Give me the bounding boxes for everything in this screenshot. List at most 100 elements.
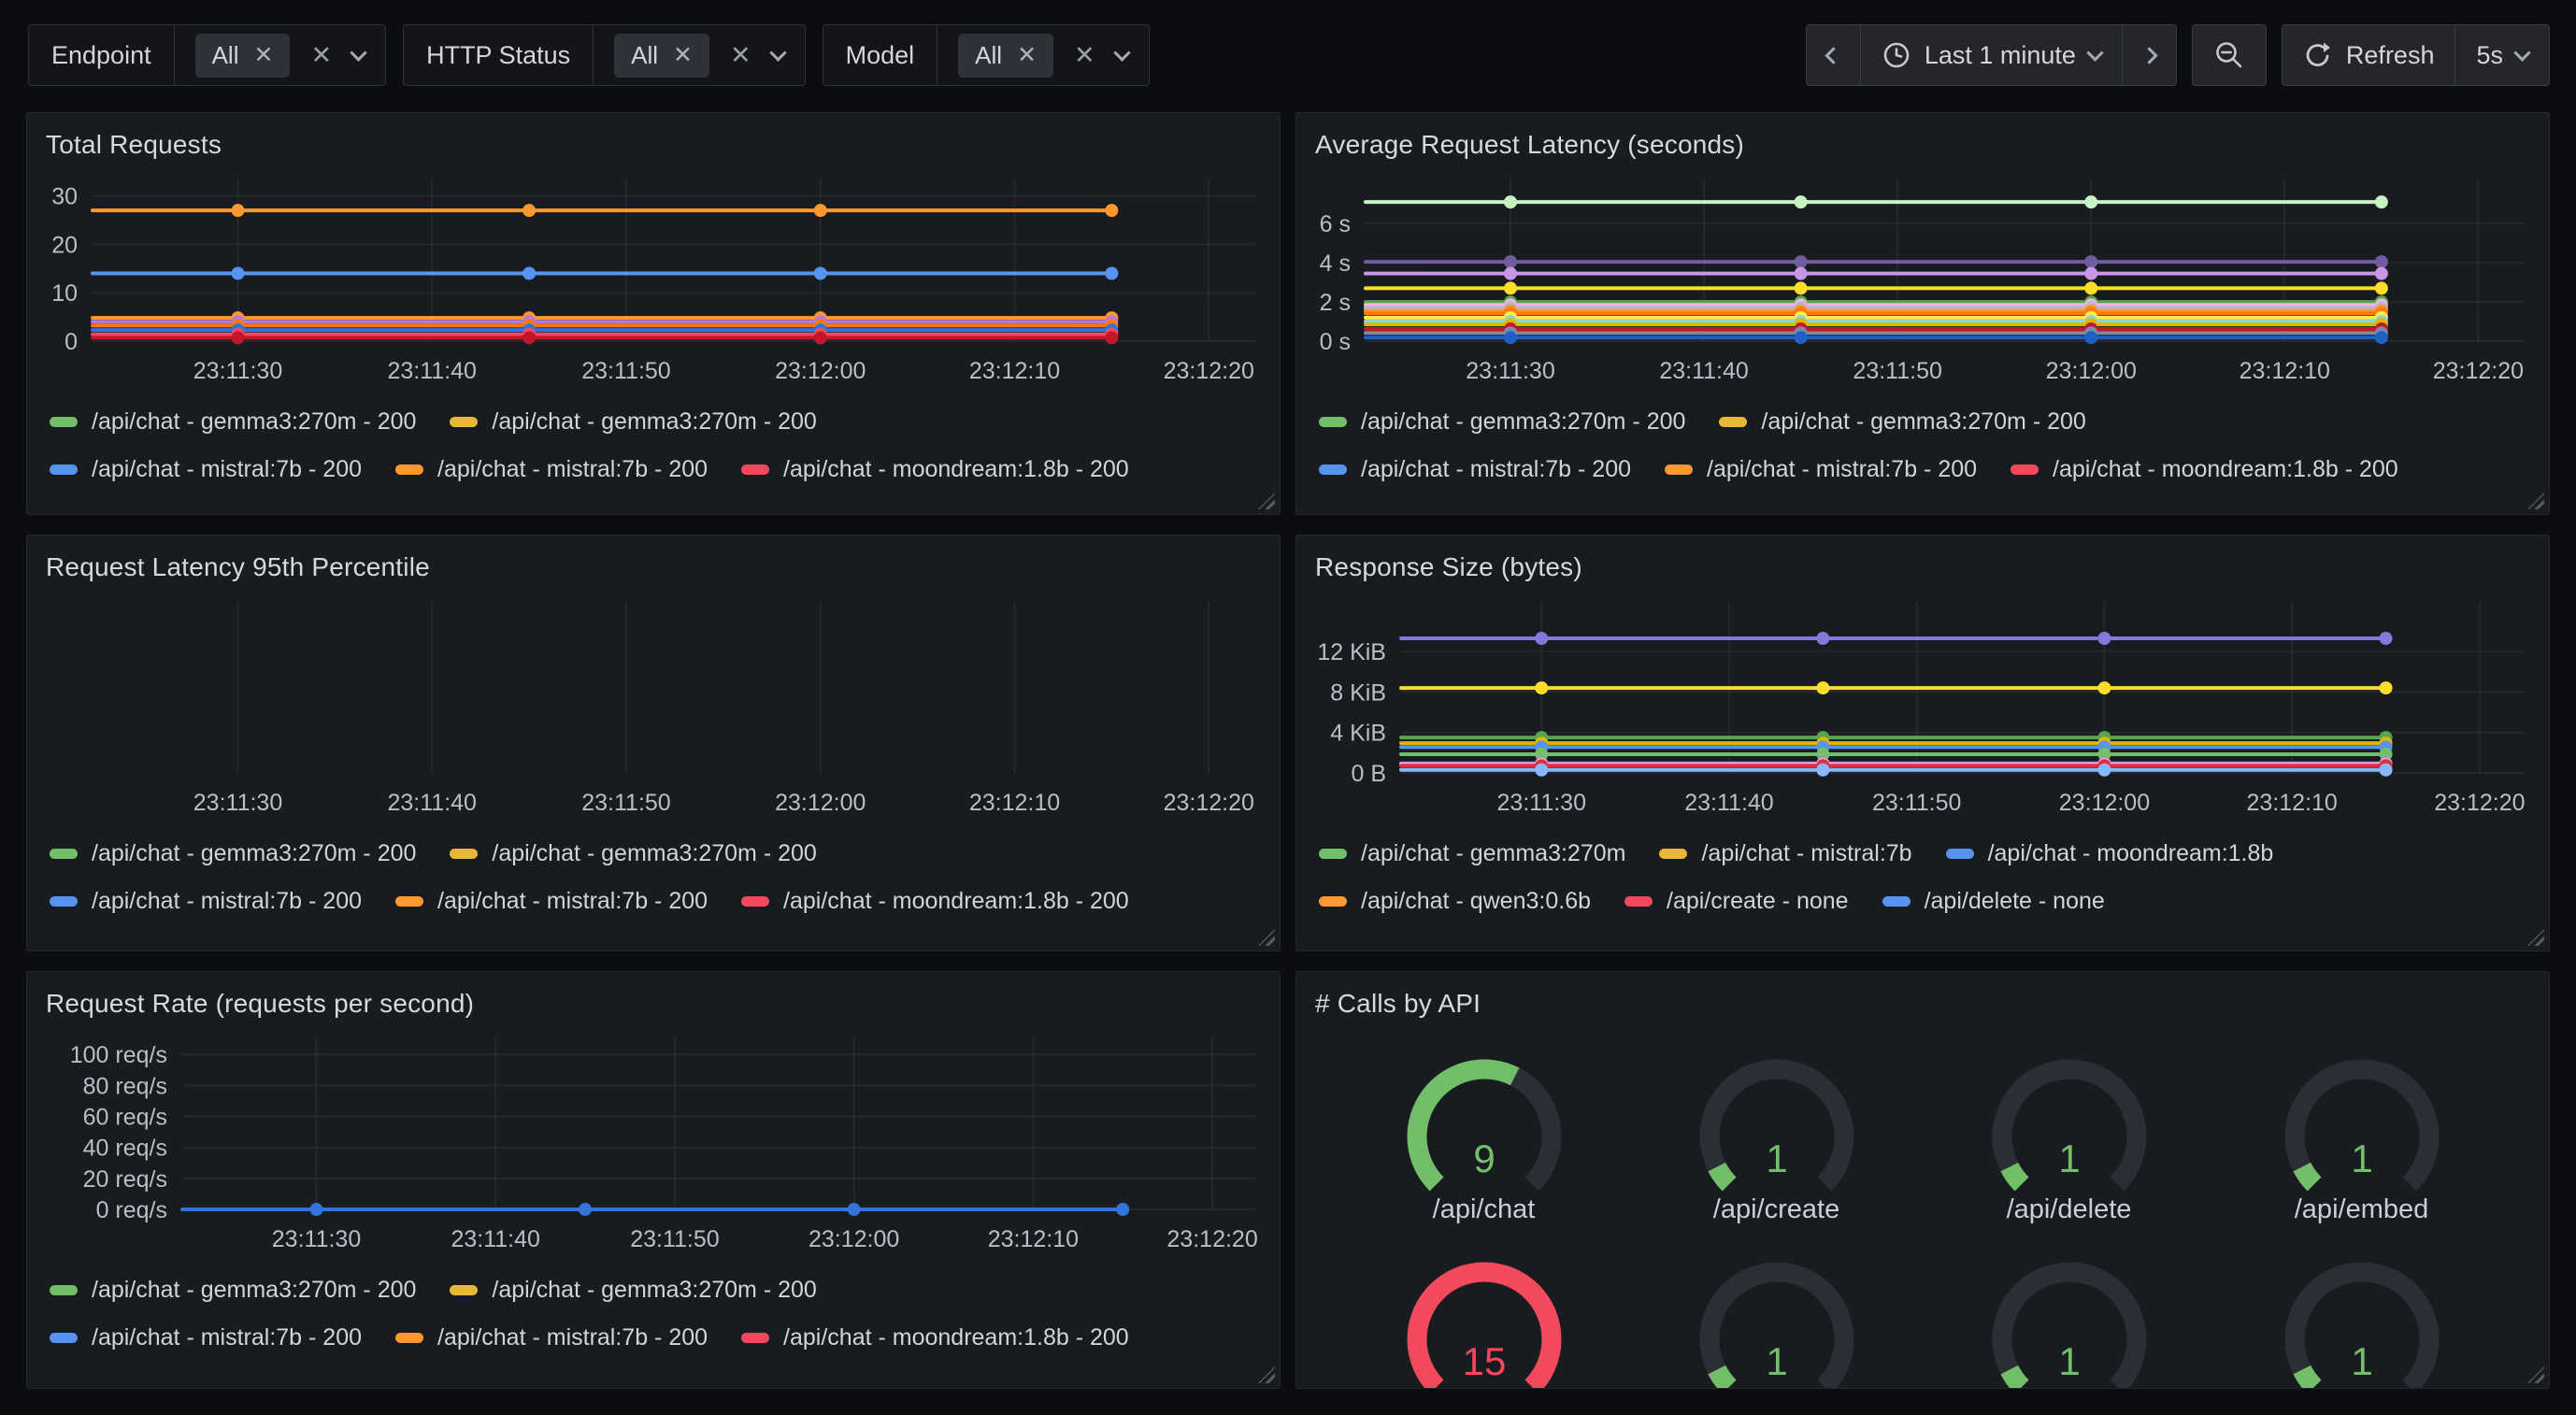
series-point: [1795, 267, 1808, 280]
gauge-api-embed[interactable]: 1/api/embed: [2215, 1054, 2508, 1225]
legend-item[interactable]: /api/chat - moondream:1.8b - 200: [2011, 456, 2398, 483]
close-icon[interactable]: ✕: [1017, 44, 1037, 67]
filter-value-dropdown[interactable]: All✕✕: [937, 25, 1148, 85]
legend-item[interactable]: /api/chat - gemma3:270m - 200: [450, 840, 816, 867]
legend-item[interactable]: /api/chat - gemma3:270m - 200: [50, 840, 416, 867]
legend-item[interactable]: /api/chat - mistral:7b: [1659, 840, 1911, 867]
legend-label: /api/chat - mistral:7b: [1701, 840, 1911, 867]
legend-row: /api/chat - gemma3:270m - 200/api/chat -…: [50, 1277, 1257, 1304]
filter-endpoint: EndpointAll✕✕: [28, 24, 386, 86]
panel-resize-handle[interactable]: [1258, 493, 1275, 509]
legend-item[interactable]: /api/chat - moondream:1.8b: [1946, 840, 2274, 867]
time-controls: Last 1 minute: [1806, 24, 2550, 86]
response-size-legend: /api/chat - gemma3:270m/api/chat - mistr…: [1309, 823, 2536, 915]
legend-item[interactable]: /api/chat - mistral:7b - 200: [395, 888, 708, 915]
legend-label: /api/chat - mistral:7b - 200: [92, 888, 362, 915]
legend-item[interactable]: /api/chat - mistral:7b - 200: [50, 888, 362, 915]
legend-item[interactable]: /api/chat - mistral:7b - 200: [50, 456, 362, 483]
legend-label: /api/chat - gemma3:270m - 200: [92, 1277, 416, 1304]
gauge-api-tags[interactable]: 1/api/tags: [2215, 1257, 2508, 1389]
filter-model: ModelAll✕✕: [823, 24, 1150, 86]
legend-item[interactable]: /api/chat - gemma3:270m: [1319, 840, 1625, 867]
legend-swatch: [1319, 896, 1347, 907]
gauge-api-chat[interactable]: 9/api/chat: [1338, 1054, 1630, 1225]
close-icon[interactable]: ✕: [673, 44, 693, 67]
close-icon[interactable]: ✕: [254, 44, 274, 67]
legend-swatch: [450, 417, 478, 427]
legend-label: /api/chat - gemma3:270m - 200: [1361, 408, 1685, 436]
gauge-api-generate[interactable]: 15/api/generate: [1338, 1257, 1630, 1389]
gauge-api-delete[interactable]: 1/api/delete: [1923, 1054, 2215, 1225]
panel-grid: Total Requests 010203023:11:3023:11:4023…: [0, 86, 2576, 1389]
legend-item[interactable]: /api/chat - mistral:7b - 200: [395, 456, 708, 483]
series-point: [2375, 331, 2388, 344]
y-axis-tick-label: 2 s: [1320, 290, 1351, 316]
legend-swatch: [1659, 849, 1687, 859]
legend-item[interactable]: /api/chat - gemma3:270m - 200: [50, 1277, 416, 1304]
panel-resize-handle[interactable]: [2527, 493, 2544, 509]
legend-item[interactable]: /api/chat - gemma3:270m - 200: [1319, 408, 1685, 436]
filter-value-dropdown[interactable]: All✕✕: [594, 25, 804, 85]
legend-item[interactable]: /api/chat - gemma3:270m - 200: [1719, 408, 2085, 436]
legend-item[interactable]: /api/chat - mistral:7b - 200: [1319, 456, 1631, 483]
panel-title: Total Requests: [40, 128, 1267, 171]
gauge-api-show[interactable]: 1/api/show: [1923, 1257, 2215, 1389]
gauge-value: 1: [1766, 1339, 1787, 1383]
series-point: [1105, 204, 1118, 217]
close-icon[interactable]: ✕: [730, 43, 751, 68]
y-axis-tick-label: 20: [51, 232, 78, 258]
y-axis-tick-label: 80 req/s: [83, 1073, 167, 1099]
y-axis-tick-label: 4 KiB: [1330, 721, 1386, 747]
legend-item[interactable]: /api/chat - mistral:7b - 200: [395, 1324, 708, 1351]
legend-item[interactable]: /api/chat - moondream:1.8b - 200: [741, 888, 1129, 915]
filter-value-dropdown[interactable]: All✕✕: [175, 25, 385, 85]
filter-selected-chip[interactable]: All✕: [958, 34, 1053, 78]
panel-calls-by-api: # Calls by API 9/api/chat1/api/create1/a…: [1295, 971, 2550, 1389]
panel-resize-handle[interactable]: [2527, 929, 2544, 946]
series-point: [814, 331, 827, 344]
y-axis-tick-label: 0: [64, 329, 78, 355]
time-back-button[interactable]: [1807, 25, 1860, 85]
legend-item[interactable]: /api/chat - mistral:7b - 200: [50, 1324, 362, 1351]
gauge-api-create[interactable]: 1/api/create: [1630, 1054, 1923, 1225]
average-latency-chart[interactable]: 0 s2 s4 s6 s23:11:3023:11:4023:11:5023:1…: [1309, 171, 2536, 392]
legend-item[interactable]: /api/chat - gemma3:270m - 200: [450, 408, 816, 436]
legend-item[interactable]: /api/chat - moondream:1.8b - 200: [741, 1324, 1129, 1351]
gauge-api-pull[interactable]: 1/api/pull: [1630, 1257, 1923, 1389]
series-point: [1504, 267, 1517, 280]
filter-selected-chip[interactable]: All✕: [195, 34, 291, 78]
latency-p95-chart[interactable]: 23:11:3023:11:4023:11:5023:12:0023:12:10…: [40, 593, 1267, 823]
filter-selected-chip[interactable]: All✕: [614, 34, 709, 78]
panel-resize-handle[interactable]: [1258, 1366, 1275, 1383]
legend-swatch: [450, 1285, 478, 1295]
legend-swatch: [741, 896, 769, 907]
close-icon[interactable]: ✕: [310, 43, 332, 68]
panel-resize-handle[interactable]: [1258, 929, 1275, 946]
series-point: [1535, 764, 1548, 777]
series-point: [1504, 331, 1517, 344]
total-requests-chart[interactable]: 010203023:11:3023:11:4023:11:5023:12:002…: [40, 171, 1267, 392]
series-point: [1535, 681, 1548, 694]
refresh-interval-label: 5s: [2476, 41, 2503, 70]
zoom-out-button[interactable]: [2193, 25, 2266, 85]
legend-item[interactable]: /api/chat - mistral:7b - 200: [1665, 456, 1977, 483]
x-axis-tick-label: 23:11:40: [1684, 790, 1773, 816]
time-forward-button[interactable]: [2122, 25, 2176, 85]
series-point: [2084, 255, 2097, 268]
legend-item[interactable]: /api/delete - none: [1882, 888, 2105, 915]
legend-item[interactable]: /api/chat - qwen3:0.6b: [1319, 888, 1591, 915]
refresh-button[interactable]: Refresh: [2283, 25, 2455, 85]
legend-item[interactable]: /api/chat - gemma3:270m - 200: [450, 1277, 816, 1304]
legend-item[interactable]: /api/create - none: [1624, 888, 1849, 915]
x-axis-tick-label: 23:11:50: [581, 358, 670, 384]
time-range-picker[interactable]: Last 1 minute: [1860, 25, 2122, 85]
response-size-chart[interactable]: 0 B4 KiB8 KiB12 KiB23:11:3023:11:4023:11…: [1309, 593, 2536, 823]
x-axis-tick-label: 23:11:40: [1659, 358, 1748, 384]
legend-item[interactable]: /api/chat - moondream:1.8b - 200: [741, 456, 1129, 483]
y-axis-tick-label: 20 req/s: [83, 1166, 167, 1193]
filter-label: HTTP Status: [404, 25, 594, 85]
legend-item[interactable]: /api/chat - gemma3:270m - 200: [50, 408, 416, 436]
request-rate-chart[interactable]: 0 req/s20 req/s40 req/s60 req/s80 req/s1…: [40, 1030, 1267, 1260]
refresh-interval-picker[interactable]: 5s: [2454, 25, 2549, 85]
close-icon[interactable]: ✕: [1074, 43, 1095, 68]
